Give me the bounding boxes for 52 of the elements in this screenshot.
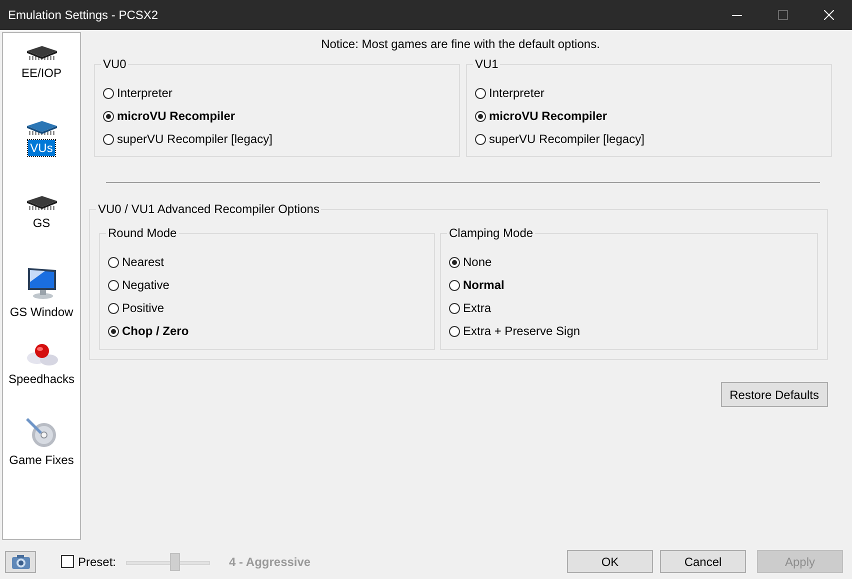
radio-indicator[interactable]: [103, 110, 114, 122]
radio-button[interactable]: Interpreter: [475, 85, 544, 101]
radio-button[interactable]: Interpreter: [103, 85, 172, 101]
radio-button[interactable]: microVU Recompiler: [475, 108, 608, 124]
sidebar-item[interactable]: Game Fixes: [7, 452, 76, 468]
radio-button[interactable]: Negative: [108, 277, 170, 293]
disc-icon: [24, 416, 58, 448]
group-title: VU0 / VU1 Advanced Recompiler Options: [96, 202, 322, 216]
group-title: Round Mode: [106, 226, 179, 240]
radio-button[interactable]: Normal: [449, 277, 504, 293]
radio-button[interactable]: Nearest: [108, 254, 164, 270]
close-icon[interactable]: [824, 10, 834, 20]
radio-indicator[interactable]: [103, 88, 114, 98]
radio-button[interactable]: None: [449, 254, 492, 270]
group-title: Clamping Mode: [447, 226, 536, 240]
dialog-button[interactable]: Cancel: [660, 550, 746, 574]
radio-indicator[interactable]: [449, 302, 460, 314]
radio-button[interactable]: Extra + Preserve Sign: [449, 323, 580, 339]
screenshot-button[interactable]: [5, 550, 36, 573]
sidebar-item[interactable]: VUs: [28, 140, 55, 156]
radio-indicator[interactable]: [449, 326, 460, 336]
radio-button[interactable]: superVU Recompiler [legacy]: [475, 131, 644, 147]
radio-indicator[interactable]: [108, 302, 119, 314]
window-title: Emulation Settings - PCSX2: [8, 8, 160, 22]
radio-indicator[interactable]: [108, 256, 119, 268]
radio-indicator[interactable]: [108, 326, 119, 336]
pills-icon: [24, 341, 58, 367]
sidebar-item[interactable]: GS: [30, 215, 52, 231]
sidebar-item[interactable]: Speedhacks: [6, 371, 77, 387]
notice-text: Notice: Most games are fine with the default options.: [320, 36, 601, 53]
restore-defaults-button[interactable]: Restore Defaults: [720, 382, 828, 407]
camera-icon: [10, 554, 30, 570]
group-title: VU0: [101, 57, 128, 71]
radio-indicator[interactable]: [475, 110, 486, 122]
radio-button[interactable]: Positive: [108, 300, 164, 316]
radio-indicator[interactable]: [475, 134, 486, 144]
preset-value: 4 - Aggressive: [229, 554, 311, 569]
radio-button[interactable]: Extra: [449, 300, 492, 316]
dialog-button[interactable]: OK: [567, 550, 653, 574]
radio-indicator[interactable]: [475, 88, 486, 98]
radio-indicator[interactable]: [108, 280, 119, 290]
radio-button[interactable]: superVU Recompiler [legacy]: [103, 131, 272, 147]
radio-indicator[interactable]: [103, 134, 114, 144]
sidebar-item[interactable]: GS Window: [8, 304, 76, 320]
radio-indicator[interactable]: [449, 280, 460, 290]
radio-button[interactable]: microVU Recompiler: [103, 108, 236, 124]
group-title: VU1: [473, 57, 500, 71]
preset-checkbox[interactable]: Preset:: [61, 554, 116, 569]
sidebar-item[interactable]: EE/IOP: [19, 65, 64, 81]
checkbox[interactable]: [61, 555, 74, 568]
radio-indicator[interactable]: [449, 256, 460, 268]
radio-button[interactable]: Chop / Zero: [108, 323, 189, 339]
